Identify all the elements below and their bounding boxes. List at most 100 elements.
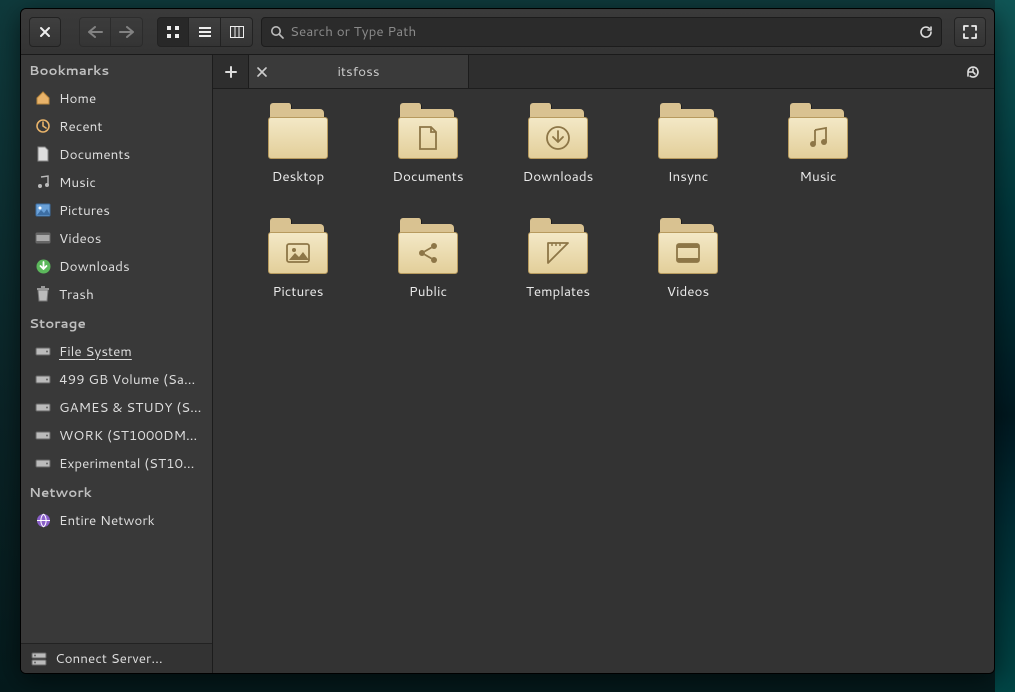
- plus-icon: [225, 66, 237, 78]
- folder-icon: [528, 222, 588, 272]
- folder-tile-downloads[interactable]: Downloads: [493, 107, 623, 186]
- sidebar-item-documents[interactable]: Documents: [21, 140, 212, 168]
- folder-tile-pictures[interactable]: Pictures: [233, 222, 363, 301]
- pictures-icon: [35, 202, 51, 218]
- icon-view-button[interactable]: [157, 17, 189, 47]
- folder-label: Downloads: [523, 167, 594, 186]
- desktop-wallpaper: [995, 0, 1015, 692]
- folder-tile-templates[interactable]: Templates: [493, 222, 623, 301]
- music-icon: [35, 174, 51, 190]
- sidebar-item-label: GAMES & STUDY (S...: [59, 398, 201, 417]
- connect-server-label: Connect Server...: [55, 649, 163, 668]
- drive-icon: [35, 371, 51, 387]
- sidebar-item-recent[interactable]: Recent: [21, 112, 212, 140]
- history-icon: [965, 64, 981, 80]
- sidebar-item-label: Home: [59, 89, 96, 108]
- history-button[interactable]: [952, 55, 994, 88]
- download-icon: [35, 258, 51, 274]
- folder-icon: [658, 107, 718, 157]
- sidebar-item-label: WORK (ST1000DM0...: [59, 426, 204, 445]
- folder-glyph-icon: [417, 125, 439, 151]
- sidebar-item-label: Downloads: [59, 257, 130, 276]
- sidebar-item-videos[interactable]: Videos: [21, 224, 212, 252]
- sidebar-item-volume-games[interactable]: GAMES & STUDY (S...: [21, 393, 212, 421]
- sidebar: Bookmarks Home Recent Documents Music: [21, 55, 213, 673]
- back-button[interactable]: [79, 17, 111, 47]
- close-button[interactable]: [29, 17, 61, 47]
- sidebar-item-label: Entire Network: [59, 511, 155, 530]
- folder-label: Pictures: [273, 282, 324, 301]
- list-view-button[interactable]: [189, 17, 221, 47]
- sidebar-item-trash[interactable]: Trash: [21, 280, 212, 308]
- folder-icon: [398, 107, 458, 157]
- sidebar-item-label: Videos: [59, 229, 101, 248]
- fullscreen-button[interactable]: [954, 17, 986, 47]
- tab-close-button[interactable]: [257, 67, 267, 77]
- sidebar-section-network: Network: [21, 477, 212, 506]
- drive-icon: [35, 427, 51, 443]
- folder-icon: [788, 107, 848, 157]
- refresh-icon[interactable]: [919, 25, 933, 39]
- folder-icon: [398, 222, 458, 272]
- sidebar-section-storage: Storage: [21, 308, 212, 337]
- file-manager-window: Bookmarks Home Recent Documents Music: [20, 8, 995, 674]
- sidebar-item-pictures[interactable]: Pictures: [21, 196, 212, 224]
- tab-label: itsfoss: [337, 62, 379, 81]
- drive-icon: [35, 455, 51, 471]
- columns-view-button[interactable]: [221, 17, 253, 47]
- folder-tile-music[interactable]: Music: [753, 107, 883, 186]
- sidebar-item-volume-499[interactable]: 499 GB Volume (Sa...: [21, 365, 212, 393]
- search-icon: [270, 25, 284, 39]
- sidebar-item-downloads[interactable]: Downloads: [21, 252, 212, 280]
- folder-label: Music: [800, 167, 837, 186]
- sidebar-item-music[interactable]: Music: [21, 168, 212, 196]
- folder-glyph-icon: [806, 126, 830, 150]
- sidebar-item-volume-work[interactable]: WORK (ST1000DM0...: [21, 421, 212, 449]
- server-icon: [31, 652, 47, 666]
- videos-icon: [35, 230, 51, 246]
- sidebar-item-label: Pictures: [59, 201, 110, 220]
- path-search-input[interactable]: [290, 22, 913, 41]
- folder-glyph-icon: [285, 242, 311, 264]
- main-panel: itsfoss Desktop Documents: [213, 55, 994, 673]
- folder-content[interactable]: Desktop Documents Downloads Insync Music: [213, 89, 994, 673]
- sidebar-section-bookmarks: Bookmarks: [21, 55, 212, 84]
- sidebar-item-entire-network[interactable]: Entire Network: [21, 506, 212, 534]
- sidebar-item-filesystem[interactable]: File System: [21, 337, 212, 365]
- folder-glyph-icon: [416, 241, 440, 265]
- drive-icon: [35, 343, 51, 359]
- folder-label: Desktop: [272, 167, 324, 186]
- tab-itsfoss[interactable]: itsfoss: [249, 55, 469, 88]
- folder-label: Documents: [392, 167, 463, 186]
- folder-icon: [658, 222, 718, 272]
- connect-server-button[interactable]: Connect Server...: [21, 643, 212, 673]
- folder-glyph-icon: [675, 242, 701, 264]
- network-icon: [35, 512, 51, 528]
- trash-icon: [35, 286, 51, 302]
- forward-button[interactable]: [111, 17, 143, 47]
- folder-tile-videos[interactable]: Videos: [623, 222, 753, 301]
- clock-icon: [35, 118, 51, 134]
- folder-tile-documents[interactable]: Documents: [363, 107, 493, 186]
- new-tab-button[interactable]: [213, 55, 249, 88]
- folder-icon: [528, 107, 588, 157]
- sidebar-item-label: Trash: [59, 285, 94, 304]
- arrow-left-icon: [87, 26, 103, 38]
- sidebar-item-volume-experimental[interactable]: Experimental (ST10...: [21, 449, 212, 477]
- folder-tile-insync[interactable]: Insync: [623, 107, 753, 186]
- tab-bar: itsfoss: [213, 55, 994, 89]
- path-search-bar[interactable]: [261, 17, 942, 47]
- drive-icon: [35, 399, 51, 415]
- folder-tile-public[interactable]: Public: [363, 222, 493, 301]
- folder-label: Videos: [667, 282, 709, 301]
- list-icon: [198, 26, 212, 38]
- view-mode-group: [157, 17, 253, 47]
- sidebar-item-label: Documents: [59, 145, 130, 164]
- arrow-right-icon: [119, 26, 135, 38]
- folder-tile-desktop[interactable]: Desktop: [233, 107, 363, 186]
- sidebar-item-home[interactable]: Home: [21, 84, 212, 112]
- folder-icon: [268, 107, 328, 157]
- folder-label: Public: [409, 282, 447, 301]
- documents-icon: [35, 146, 51, 162]
- grid-icon: [166, 25, 180, 39]
